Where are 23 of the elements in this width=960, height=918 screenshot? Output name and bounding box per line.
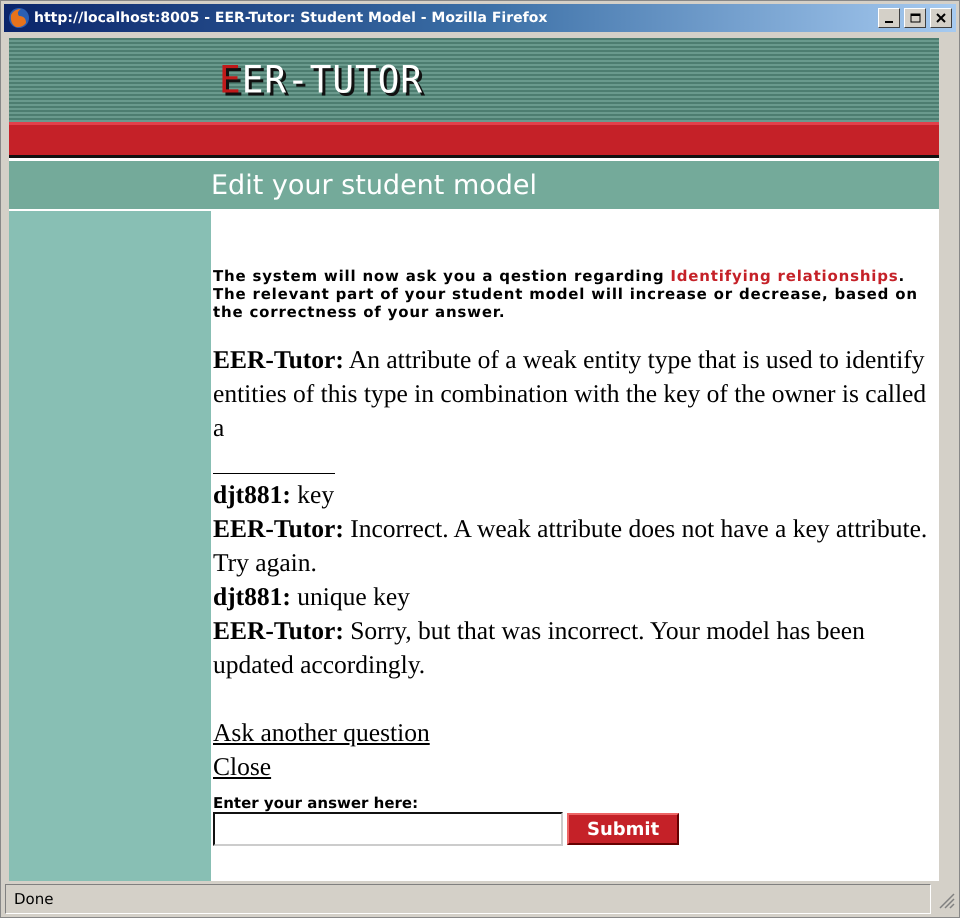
minimize-button[interactable] bbox=[878, 8, 900, 28]
text-link[interactable]: Ask another question bbox=[213, 716, 430, 750]
status-text: Done bbox=[5, 884, 931, 914]
answer-input[interactable] bbox=[213, 812, 563, 846]
submit-button[interactable]: Submit bbox=[567, 813, 680, 845]
dialogue-line: EER-Tutor: Incorrect. A weak attribute does not have a key attribute. Try again. bbox=[213, 513, 928, 579]
window-title: http://localhost:8005 - EER-Tutor: Student Model - Mozilla Firefox bbox=[34, 10, 548, 26]
close-icon bbox=[936, 13, 946, 23]
logo-text: EER-TUTOR bbox=[219, 58, 424, 102]
answer-label: Enter your answer here: bbox=[213, 794, 420, 812]
dialogue-line: djt881: key bbox=[213, 479, 336, 511]
text-link[interactable]: Close bbox=[213, 750, 272, 784]
dialogue-line: EER-Tutor: An attribute of a weak entity type that is used to identify entities of this type in combination with the key of the owner is called a bbox=[213, 344, 928, 444]
maximize-icon bbox=[910, 13, 920, 23]
browser-logo-icon bbox=[8, 7, 30, 29]
dialogue-line: djt881: unique key bbox=[213, 581, 411, 613]
intro-paragraph: The system will now ask you a qestion regarding Identifying relationships. The relevant part of your student model will increase or decrease, based on the correctness of your answer. bbox=[213, 267, 919, 321]
dialogue-line: EER-Tutor: Sorry, but that was incorrect. Your model has been updated accordingly. bbox=[213, 615, 866, 681]
close-button[interactable] bbox=[930, 8, 952, 28]
maximize-button[interactable] bbox=[904, 8, 926, 28]
minimize-icon bbox=[885, 21, 893, 23]
page-title: Edit your student model bbox=[211, 170, 538, 200]
topic-link[interactable]: Identifying relationships bbox=[670, 267, 899, 285]
